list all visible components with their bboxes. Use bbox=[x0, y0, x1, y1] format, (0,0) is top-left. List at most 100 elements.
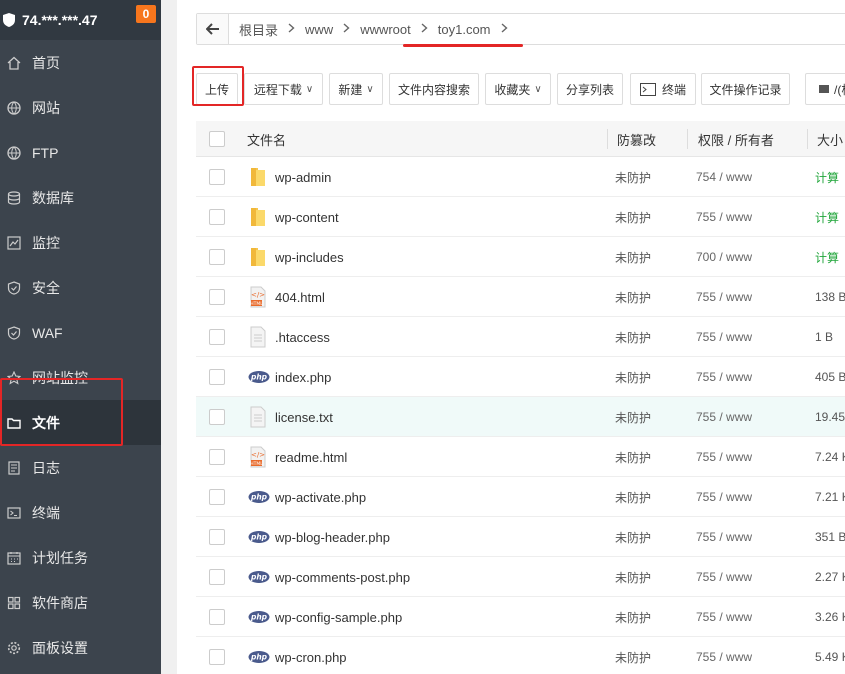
permission-owner[interactable]: 755 / www bbox=[696, 397, 752, 437]
file-name[interactable]: wp-blog-header.php bbox=[275, 517, 390, 557]
sidebar-item-3[interactable]: 数据库 bbox=[0, 175, 161, 220]
table-row[interactable]: wp-content 未防护 755 / www 计算 bbox=[196, 197, 845, 237]
file-name[interactable]: wp-activate.php bbox=[275, 477, 366, 517]
table-row[interactable]: php wp-activate.php 未防护 755 / www 7.21 K bbox=[196, 477, 845, 517]
sidebar-item-0[interactable]: 首页 bbox=[0, 40, 161, 85]
select-all-checkbox[interactable] bbox=[209, 131, 225, 147]
protect-status[interactable]: 未防护 bbox=[615, 277, 651, 317]
permission-owner[interactable]: 755 / www bbox=[696, 597, 752, 637]
permission-owner[interactable]: 700 / www bbox=[696, 237, 752, 277]
table-row[interactable]: php wp-cron.php 未防护 755 / www 5.49 K bbox=[196, 637, 845, 674]
breadcrumb-segment[interactable]: toy1.com bbox=[438, 22, 508, 37]
share-list-button[interactable]: 分享列表 bbox=[557, 73, 623, 105]
row-checkbox[interactable] bbox=[209, 489, 225, 505]
row-checkbox[interactable] bbox=[209, 329, 225, 345]
file-name[interactable]: wp-includes bbox=[275, 237, 344, 277]
table-row[interactable]: php wp-config-sample.php 未防护 755 / www 3.26 … bbox=[196, 597, 845, 637]
back-button[interactable] bbox=[197, 14, 229, 44]
operation-log-button[interactable]: 文件操作记录 bbox=[701, 73, 790, 105]
protect-status[interactable]: 未防护 bbox=[615, 477, 651, 517]
sidebar-item-8[interactable]: 文件 bbox=[0, 400, 161, 445]
permission-owner[interactable]: 755 / www bbox=[696, 637, 752, 674]
table-row[interactable]: php index.php 未防护 755 / www 405 B bbox=[196, 357, 845, 397]
protect-status[interactable]: 未防护 bbox=[615, 437, 651, 477]
path-button[interactable]: /(根 bbox=[805, 73, 845, 105]
protect-status[interactable]: 未防护 bbox=[615, 637, 651, 674]
file-size[interactable]: 计算 bbox=[815, 197, 839, 237]
search-content-button[interactable]: 文件内容搜索 bbox=[389, 73, 479, 105]
file-name[interactable]: wp-config-sample.php bbox=[275, 597, 402, 637]
permission-owner[interactable]: 755 / www bbox=[696, 557, 752, 597]
file-name[interactable]: wp-admin bbox=[275, 157, 331, 197]
header-size[interactable]: 大小 bbox=[817, 121, 843, 157]
table-row[interactable]: </> HTML 404.html 未防护 755 / www 138 B bbox=[196, 277, 845, 317]
file-name[interactable]: wp-comments-post.php bbox=[275, 557, 410, 597]
remote-download-button[interactable]: 远程下载 ∨ bbox=[244, 73, 323, 105]
sidebar-item-2[interactable]: FTP bbox=[0, 130, 161, 175]
protect-status[interactable]: 未防护 bbox=[615, 197, 651, 237]
file-name[interactable]: wp-content bbox=[275, 197, 339, 237]
table-row[interactable]: wp-admin 未防护 754 / www 计算 bbox=[196, 157, 845, 197]
file-name[interactable]: index.php bbox=[275, 357, 331, 397]
sidebar-item-7[interactable]: 网站监控 bbox=[0, 355, 161, 400]
protect-status[interactable]: 未防护 bbox=[615, 557, 651, 597]
permission-owner[interactable]: 755 / www bbox=[696, 317, 752, 357]
sidebar-item-10[interactable]: 终端 bbox=[0, 490, 161, 535]
sidebar-item-12[interactable]: 软件商店 bbox=[0, 580, 161, 625]
file-name[interactable]: wp-cron.php bbox=[275, 637, 347, 674]
permission-owner[interactable]: 755 / www bbox=[696, 357, 752, 397]
notification-badge[interactable]: 0 bbox=[136, 5, 156, 23]
row-checkbox[interactable] bbox=[209, 529, 225, 545]
sidebar-item-11[interactable]: 计划任务 bbox=[0, 535, 161, 580]
row-checkbox[interactable] bbox=[209, 409, 225, 425]
upload-button[interactable]: 上传 bbox=[196, 73, 238, 105]
permission-owner[interactable]: 755 / www bbox=[696, 517, 752, 557]
row-checkbox[interactable] bbox=[209, 649, 225, 665]
header-filename[interactable]: 文件名 bbox=[247, 121, 286, 157]
file-size[interactable]: 计算 bbox=[815, 157, 839, 197]
sidebar-item-5[interactable]: 安全 bbox=[0, 265, 161, 310]
breadcrumb-segment[interactable]: 根目录 bbox=[239, 20, 295, 39]
permission-owner[interactable]: 755 / www bbox=[696, 277, 752, 317]
file-name[interactable]: .htaccess bbox=[275, 317, 330, 357]
table-row[interactable]: php wp-comments-post.php 未防护 755 / www 2.27 … bbox=[196, 557, 845, 597]
permission-owner[interactable]: 754 / www bbox=[696, 157, 752, 197]
protect-status[interactable]: 未防护 bbox=[615, 517, 651, 557]
protect-status[interactable]: 未防护 bbox=[615, 157, 651, 197]
row-checkbox[interactable] bbox=[209, 569, 225, 585]
protect-status[interactable]: 未防护 bbox=[615, 237, 651, 277]
file-name[interactable]: 404.html bbox=[275, 277, 325, 317]
permission-owner[interactable]: 755 / www bbox=[696, 437, 752, 477]
row-checkbox[interactable] bbox=[209, 449, 225, 465]
header-protect[interactable]: 防篡改 bbox=[617, 121, 656, 157]
protect-status[interactable]: 未防护 bbox=[615, 317, 651, 357]
row-checkbox[interactable] bbox=[209, 169, 225, 185]
table-row[interactable]: license.txt 未防护 755 / www 19.45 bbox=[196, 397, 845, 437]
breadcrumb-segment[interactable]: wwwroot bbox=[360, 22, 428, 37]
protect-status[interactable]: 未防护 bbox=[615, 397, 651, 437]
permission-owner[interactable]: 755 / www bbox=[696, 197, 752, 237]
row-checkbox[interactable] bbox=[209, 209, 225, 225]
breadcrumb-segment[interactable]: www bbox=[305, 22, 350, 37]
terminal-button[interactable]: 终端 bbox=[630, 73, 696, 105]
sidebar-item-4[interactable]: 监控 bbox=[0, 220, 161, 265]
header-permission[interactable]: 权限 / 所有者 bbox=[698, 121, 774, 157]
table-row[interactable]: </> HTML readme.html 未防护 755 / www 7.24 K bbox=[196, 437, 845, 477]
row-checkbox[interactable] bbox=[209, 369, 225, 385]
permission-owner[interactable]: 755 / www bbox=[696, 477, 752, 517]
row-checkbox[interactable] bbox=[209, 249, 225, 265]
protect-status[interactable]: 未防护 bbox=[615, 357, 651, 397]
file-name[interactable]: readme.html bbox=[275, 437, 347, 477]
file-name[interactable]: license.txt bbox=[275, 397, 333, 437]
protect-status[interactable]: 未防护 bbox=[615, 597, 651, 637]
sidebar-item-9[interactable]: 日志 bbox=[0, 445, 161, 490]
favorites-button[interactable]: 收藏夹 ∨ bbox=[485, 73, 551, 105]
sidebar-item-13[interactable]: 面板设置 bbox=[0, 625, 161, 670]
new-button[interactable]: 新建 ∨ bbox=[329, 73, 383, 105]
file-size[interactable]: 计算 bbox=[815, 237, 839, 277]
table-row[interactable]: php wp-blog-header.php 未防护 755 / www 351 B bbox=[196, 517, 845, 557]
table-row[interactable]: wp-includes 未防护 700 / www 计算 bbox=[196, 237, 845, 277]
sidebar-item-6[interactable]: WAF bbox=[0, 310, 161, 355]
table-row[interactable]: .htaccess 未防护 755 / www 1 B bbox=[196, 317, 845, 357]
sidebar-item-1[interactable]: 网站 bbox=[0, 85, 161, 130]
